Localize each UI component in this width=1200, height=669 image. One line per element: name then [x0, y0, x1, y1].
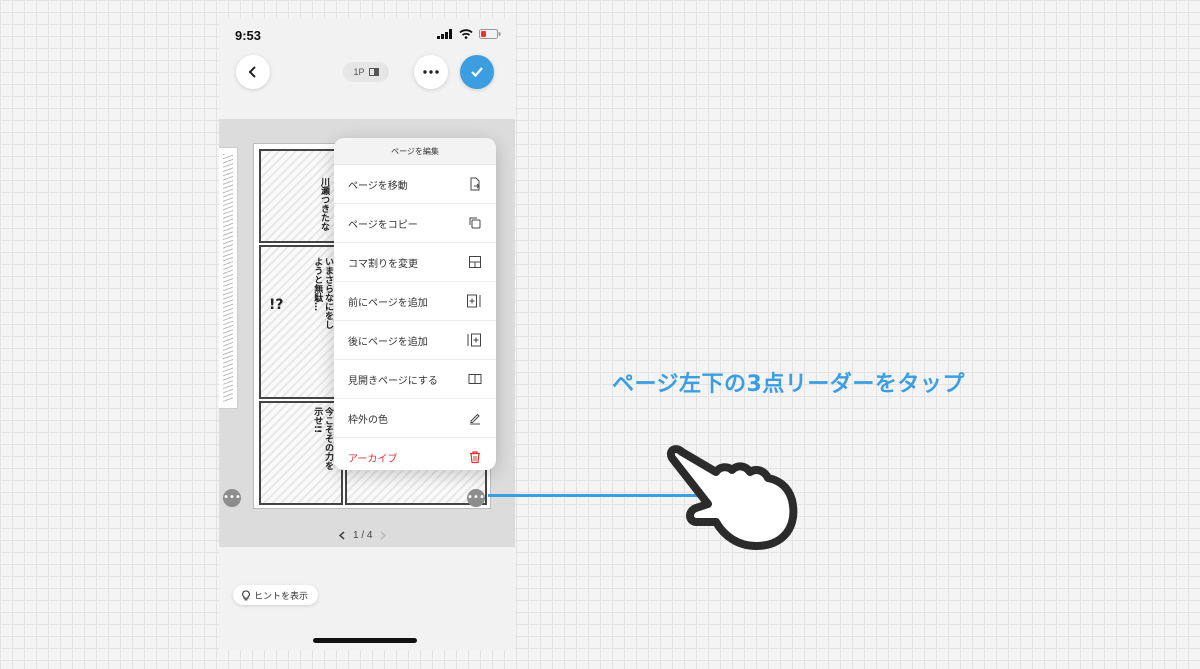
single-page-icon	[368, 68, 379, 76]
page-mode-toggle[interactable]: 1P	[343, 62, 389, 82]
more-options-button[interactable]	[414, 55, 448, 89]
show-hint-button[interactable]: ヒントを表示	[233, 585, 319, 605]
home-indicator	[313, 638, 417, 643]
menu-item-label: 見開きページにする	[348, 375, 438, 387]
status-indicators	[437, 29, 501, 39]
instruction-text: ページ左下の3点リーダーをタップ	[612, 372, 965, 397]
show-hint-label: ヒントを表示	[254, 591, 309, 602]
add-page-before-icon	[467, 294, 481, 308]
chevron-left-icon[interactable]	[339, 531, 345, 540]
edit-page-menu: ページを編集 ページを移動 ページをコピー コマ割りを変更 前にページを追加 後…	[334, 138, 496, 470]
menu-item-label: 後にページを追加	[348, 336, 428, 348]
pointing-hand-icon	[667, 445, 798, 550]
file-move-icon	[470, 177, 480, 191]
menu-item-make-spread[interactable]: 見開きページにする	[334, 360, 496, 399]
menu-item-move-page[interactable]: ページを移動	[334, 165, 496, 204]
menu-item-archive[interactable]: アーカイブ	[334, 438, 496, 470]
back-button[interactable]	[236, 55, 270, 89]
done-button[interactable]	[460, 55, 494, 89]
copy-icon	[469, 217, 481, 229]
manga-panel: 川瀬つきたな	[259, 149, 343, 243]
add-page-after-icon	[467, 333, 481, 347]
chevron-left-icon	[248, 66, 256, 78]
menu-title: ページを編集	[334, 138, 496, 165]
ellipsis-icon: •••	[467, 492, 485, 503]
menu-item-copy-page[interactable]: ページをコピー	[334, 204, 496, 243]
menu-item-label: 枠外の色	[348, 414, 388, 426]
manga-panel: 今こそその力を示せ!!	[259, 401, 343, 505]
signal-icon	[437, 29, 452, 39]
page-mode-label: 1P	[353, 67, 365, 77]
menu-item-outer-color[interactable]: 枠外の色	[334, 399, 496, 438]
menu-item-label: ページを移動	[348, 180, 408, 192]
speech-bubble: 今こそその力を示せ!!	[312, 407, 333, 470]
menu-item-label: アーカイブ	[348, 453, 398, 465]
page-count: 1 / 4	[353, 530, 373, 541]
previous-page-options-button[interactable]: •••	[223, 489, 241, 507]
trash-icon	[470, 451, 480, 464]
status-time: 9:53	[235, 28, 262, 43]
page-options-button[interactable]: •••	[467, 489, 485, 507]
speech-bubble: 川瀬つきたな	[319, 177, 329, 231]
menu-item-label: コマ割りを変更	[348, 258, 418, 270]
speech-bubble: いまさらなにをしようと無駄…	[312, 257, 333, 329]
menu-item-add-page-before[interactable]: 前にページを追加	[334, 282, 496, 321]
menu-item-change-layout[interactable]: コマ割りを変更	[334, 243, 496, 282]
menu-item-add-page-after[interactable]: 後にページを追加	[334, 321, 496, 360]
check-icon	[471, 67, 483, 78]
menu-item-label: 前にページを追加	[348, 297, 428, 309]
ellipsis-icon: •••	[223, 492, 241, 503]
ellipsis-icon	[423, 70, 439, 74]
pen-icon	[470, 413, 480, 425]
spread-icon	[468, 374, 482, 384]
previous-page-thumbnail[interactable]	[219, 147, 238, 409]
page-indicator: 1 / 4	[339, 530, 387, 541]
manga-panel: いまさらなにをしようと無駄… !?	[259, 245, 343, 399]
lightbulb-icon	[242, 589, 250, 600]
exclamation-mark: !?	[269, 297, 284, 313]
menu-item-label: ページをコピー	[348, 219, 418, 231]
chevron-right-icon[interactable]	[380, 531, 387, 540]
wifi-icon	[459, 29, 473, 39]
layout-grid-icon	[469, 256, 481, 268]
battery-icon	[479, 29, 501, 39]
